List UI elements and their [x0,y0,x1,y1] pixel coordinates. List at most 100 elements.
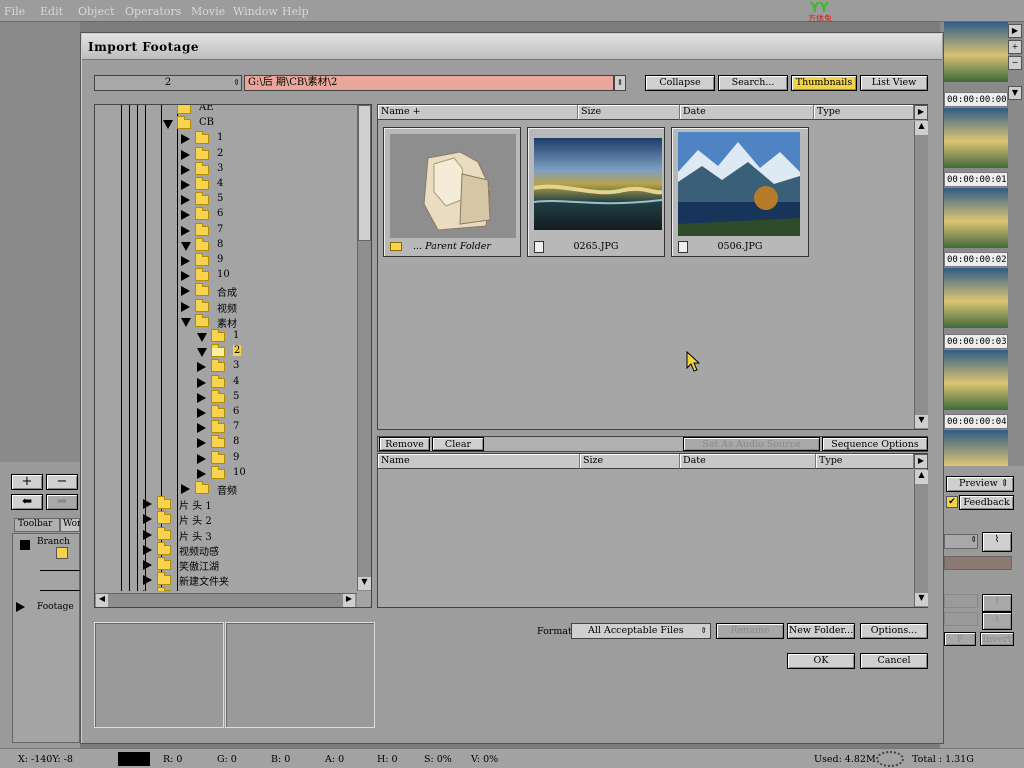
thumbnail-0265[interactable]: 0265.JPG [527,127,665,257]
tree-item[interactable]: 5 [95,192,345,207]
feedback-checkbox[interactable]: ✔ [946,496,958,508]
expand-triangle-icon[interactable] [181,301,190,312]
tree-item[interactable]: 音效 [95,587,345,591]
drive-select[interactable]: 2 [94,75,242,91]
expand-triangle-icon[interactable] [197,392,206,403]
collapse-triangle-icon[interactable] [181,317,191,327]
expand-triangle-icon[interactable] [181,256,190,266]
thumbnail-parent-folder[interactable]: ... Parent Folder [383,127,521,257]
collapse-triangle-icon[interactable] [197,333,207,342]
menu-window[interactable]: Window [233,5,278,18]
expand-triangle-icon[interactable] [197,453,206,464]
tree-item[interactable]: 2 [95,344,345,359]
tree-item[interactable]: 8 [95,435,345,450]
menu-object[interactable]: Object [78,5,115,18]
expand-triangle-icon[interactable] [143,529,152,540]
value-stepper[interactable]: ⇕ [944,534,978,549]
tree-item[interactable]: 笑傲江湖 [95,557,345,573]
back-arrow-icon[interactable]: ⬅ [11,494,43,510]
collapse-triangle-icon[interactable] [181,241,191,251]
frame-thumbnail-0[interactable] [944,22,1008,82]
thumb-scroll-down-icon[interactable]: ▼ [915,415,928,428]
plus-button[interactable]: + [11,474,43,490]
tree-item[interactable]: 片 头 2 [95,511,345,527]
expand-triangle-icon[interactable] [143,544,152,555]
footage-expand-icon[interactable] [16,602,25,612]
tree-item[interactable]: 片 头 3 [95,526,345,543]
queue-column-size[interactable]: Size [580,454,680,469]
preview-dropdown[interactable]: Preview ⇕ [946,476,1014,492]
feedback-button[interactable]: Feedback [959,495,1014,510]
tree-item[interactable]: 1 [95,131,345,146]
column-header-date[interactable]: Date [680,105,814,120]
expand-triangle-icon[interactable] [181,134,190,145]
dialog-title-bar[interactable]: Import Footage [82,34,942,60]
remove-footage-button[interactable]: Remove [379,437,430,451]
collapse-triangle-icon[interactable] [197,348,207,358]
menu-file[interactable]: File [4,5,25,18]
queue-column-name[interactable]: Name [378,454,580,469]
expand-triangle-icon[interactable] [143,560,152,570]
tree-item[interactable]: 素材 [95,313,345,330]
header-scroll-right-icon[interactable]: ▶ [914,105,928,120]
expand-triangle-icon[interactable] [181,225,190,236]
options-button[interactable]: Options... [860,623,928,639]
tree-item[interactable]: 6 [95,207,345,222]
tree-item[interactable]: 10 [95,465,345,481]
menu-operators[interactable]: Operators [125,5,181,18]
thumbnails-button[interactable]: Thumbnails [791,75,857,91]
add-button[interactable]: + [1008,40,1022,54]
list-view-button[interactable]: List View [860,75,928,91]
tree-item[interactable]: 3 [95,161,345,177]
queue-column-type[interactable]: Type [816,454,914,469]
expand-triangle-icon[interactable] [197,408,206,418]
expand-triangle-icon[interactable] [181,164,190,175]
ok-button[interactable]: OK [787,653,855,669]
tree-item[interactable]: 视频动感 [95,541,345,558]
queue-scroll-down-icon[interactable]: ▼ [915,593,928,606]
tree-item[interactable]: 7 [95,222,345,238]
collapse-triangle-icon[interactable] [163,120,173,130]
tree-item[interactable]: 8 [95,237,345,253]
expand-triangle-icon[interactable] [143,499,152,510]
tree-item[interactable]: 音频 [95,481,345,497]
sequence-options-button[interactable]: Sequence Options [822,437,928,451]
search-button[interactable]: Search... [718,75,788,91]
thumbnail-0506[interactable]: 0506.JPG [671,127,809,257]
menu-movie[interactable]: Movie [191,5,225,18]
column-header-type[interactable]: Type [814,105,914,120]
expand-triangle-icon[interactable] [197,438,206,449]
tree-scroll-right-icon[interactable]: ▶ [343,594,355,607]
column-header-name[interactable]: Name + [378,105,578,120]
expand-triangle-icon[interactable] [181,484,190,494]
tree-item[interactable]: 新建文件夹 [95,572,345,588]
queue-header-scroll-icon[interactable]: ▶ [914,454,928,469]
path-input[interactable]: G:\后 期\CB\素材\2 [244,75,614,91]
expand-triangle-icon[interactable] [143,575,152,586]
tree-item[interactable]: 5 [95,389,345,405]
tree-item[interactable]: 片 头 1 [95,496,345,512]
frame-thumbnail-2[interactable] [944,188,1008,248]
tree-item[interactable]: 2 [95,146,345,162]
expand-triangle-icon[interactable] [197,377,206,388]
expand-triangle-icon[interactable] [143,514,152,525]
tree-item[interactable]: 6 [95,405,345,420]
tab-toolbar[interactable]: Toolbar [14,518,60,532]
expand-triangle-icon[interactable] [197,468,206,479]
tree-item[interactable]: AE [95,105,345,116]
tree-horizontal-scrollbar[interactable]: ◀ ▶ [95,593,357,607]
queue-column-date[interactable]: Date [680,454,816,469]
frame-thumbnail-4[interactable] [944,350,1008,410]
tree-vertical-scrollbar[interactable]: ▼ [357,105,371,591]
queue-vertical-scrollbar[interactable]: ▲ ▼ [914,470,928,607]
frame-thumbnail-5[interactable] [944,430,1008,466]
scroll-up-button[interactable]: ▶ [1008,24,1022,38]
menu-help[interactable]: Help [282,5,309,18]
tree-item[interactable]: 视频 [95,298,345,315]
path-dropdown-arrow-icon[interactable]: ⇕ [614,75,626,91]
tree-item[interactable]: 4 [95,177,345,192]
expand-triangle-icon[interactable] [197,362,206,373]
expand-triangle-icon[interactable] [181,271,190,282]
queue-scroll-up-icon[interactable]: ▲ [915,470,928,484]
remove-button[interactable]: − [1008,56,1022,70]
